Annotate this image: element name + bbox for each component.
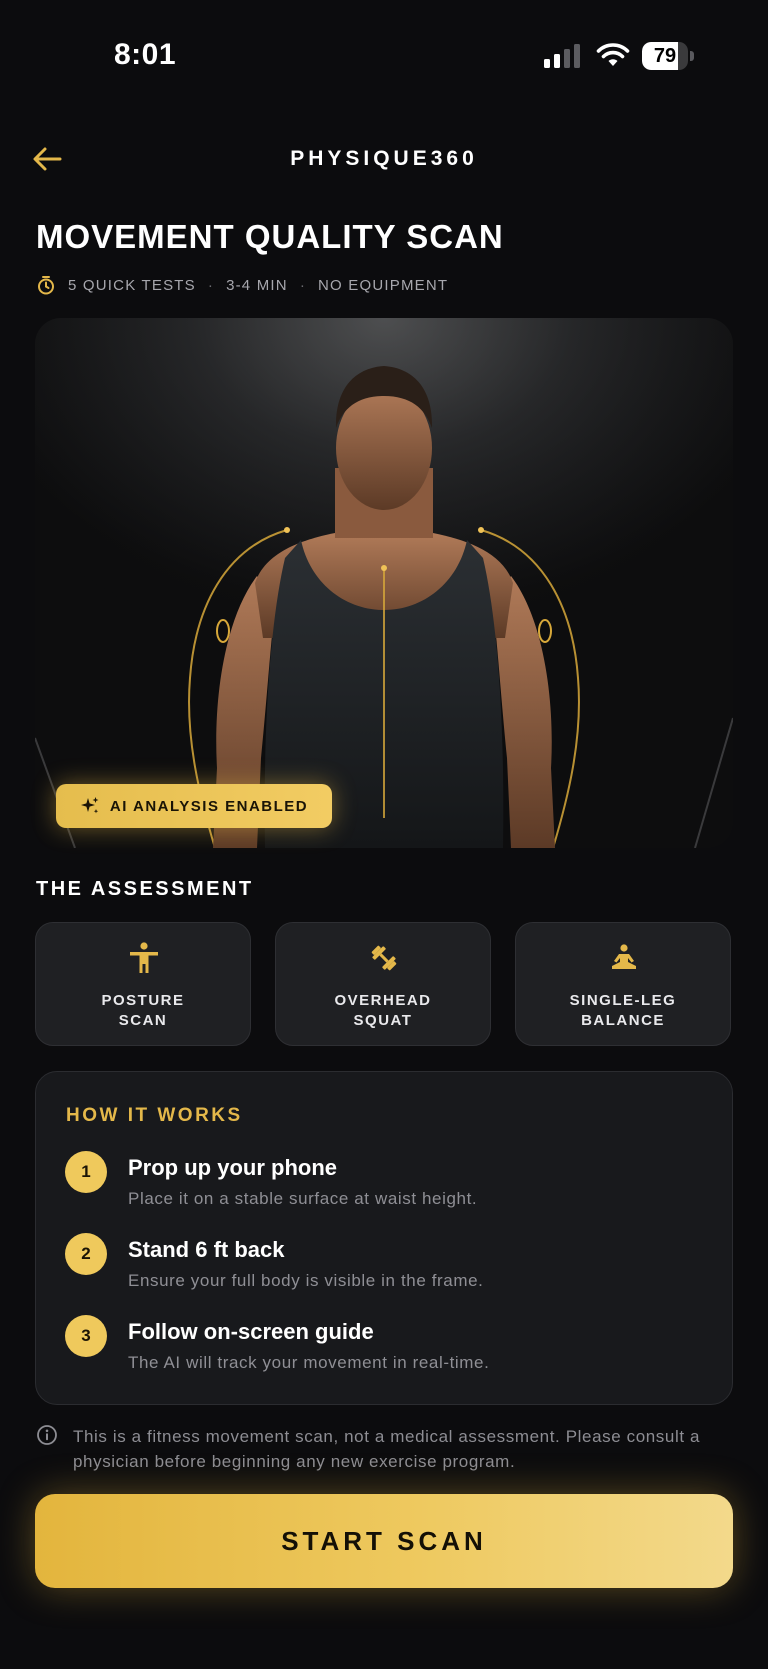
meta-equipment: NO EQUIPMENT [318,276,449,294]
step-title: Prop up your phone [128,1155,337,1180]
ai-analysis-badge: AI ANALYSIS ENABLED [56,784,332,828]
wifi-icon [596,43,630,66]
test-card-label: POSTURE SCAN [101,992,185,1029]
hero-image [35,318,733,848]
athlete-illustration [35,318,733,848]
meta-separator: · [207,276,215,294]
meta-tests: 5 QUICK TESTS [68,276,196,294]
step-number: 2 [65,1233,107,1275]
how-it-works-title: HOW IT WORKS [66,1105,243,1126]
cellular-signal-icon [544,44,580,68]
test-card-overhead-squat[interactable]: OVERHEAD SQUAT [275,922,491,1046]
app-title: PHYSIQUE360 [290,147,478,170]
meditation-pose-icon [612,944,636,969]
step-number: 3 [65,1315,107,1357]
test-card-posture-scan[interactable]: POSTURE SCAN [35,922,251,1046]
test-card-label: OVERHEAD SQUAT [334,992,432,1029]
page-title: MOVEMENT QUALITY SCAN [36,218,504,255]
step-description: Ensure your full body is visible in the … [128,1271,484,1290]
ai-badge-label: AI ANALYSIS ENABLED [109,797,309,815]
step-description: Place it on a stable surface at waist he… [128,1189,478,1208]
meta-separator: · [299,276,307,294]
meta-duration: 3-4 MIN [226,276,288,294]
dumbbell-icon [371,945,397,971]
step-title: Stand 6 ft back [128,1237,285,1262]
scan-meta: 5 QUICK TESTS · 3-4 MIN · NO EQUIPMENT [36,274,448,296]
info-circle-icon [37,1425,57,1445]
start-scan-button[interactable]: START SCAN [35,1494,733,1588]
test-card-single-leg-balance[interactable]: SINGLE-LEG BALANCE [515,922,731,1046]
step-number: 1 [65,1151,107,1193]
battery-icon: 79 [642,42,694,70]
step-description: The AI will track your movement in real-… [128,1353,490,1372]
sparkles-icon [80,797,99,814]
standing-person-icon [130,942,158,973]
status-time: 8:01 [114,38,177,71]
test-card-label: SINGLE-LEG BALANCE [569,992,677,1029]
disclaimer-text: This is a fitness movement scan, not a m… [73,1427,701,1471]
assessment-title: THE ASSESSMENT [36,878,254,900]
stopwatch-icon [38,276,54,295]
step-title: Follow on-screen guide [128,1319,374,1344]
battery-percent: 79 [653,45,677,67]
